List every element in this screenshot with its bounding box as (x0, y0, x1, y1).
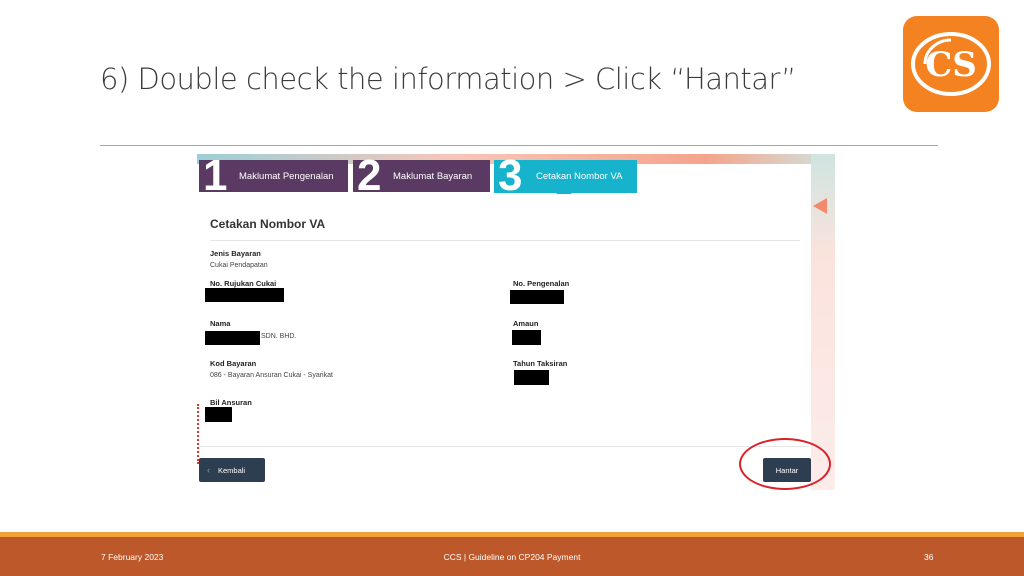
summary-card: Cetakan Nombor VA Jenis Bayaran Cukai Pe… (199, 194, 809, 448)
footer-page-number: 36 (924, 552, 934, 562)
card-divider (210, 240, 800, 241)
step-3-number: 3 (498, 154, 523, 200)
slide-footer: 7 February 2023 CCS | Guideline on CP204… (0, 537, 1024, 576)
step-1[interactable]: 1 Maklumat Pengenalan (199, 154, 348, 198)
kod-bayaran-label: Kod Bayaran (210, 359, 257, 368)
ccs-logo-graphic: CS (911, 32, 991, 96)
jenis-bayaran-label: Jenis Bayaran (210, 249, 261, 258)
no-pengenalan-label: No. Pengenalan (513, 279, 570, 288)
step-2-label: Maklumat Bayaran (393, 171, 473, 182)
logo-text: CS (925, 45, 977, 85)
redacted-nama (205, 331, 260, 345)
chevron-left-icon: ‹ (207, 465, 210, 475)
card-bottom-divider (199, 446, 809, 447)
highlight-circle-annotation (739, 438, 831, 490)
no-rujukan-cukai-label: No. Rujukan Cukai (210, 279, 277, 288)
title-divider (100, 145, 938, 146)
portal-screenshot: 1 Maklumat Pengenalan 2 Maklumat Bayaran… (197, 154, 835, 490)
jenis-bayaran-value: Cukai Pendapatan (210, 262, 268, 269)
step-1-number: 1 (203, 154, 228, 200)
back-button-label: Kembali (218, 466, 246, 475)
step-3-active[interactable]: 3 Cetakan Nombor VA (494, 154, 637, 201)
back-button[interactable]: ‹ Kembali (199, 458, 265, 482)
bil-ansuran-label: Bil Ansuran (210, 398, 252, 407)
slide-title: 6) Double check the information > Click … (100, 62, 796, 96)
redacted-no-rujukan-cukai (205, 288, 284, 302)
ccs-logo: CS (903, 16, 999, 112)
step-2[interactable]: 2 Maklumat Bayaran (353, 154, 490, 198)
redacted-no-pengenalan (510, 290, 564, 304)
nama-label: Nama (210, 319, 231, 328)
nama-value: SDN. BHD. (261, 333, 297, 340)
redacted-tahun-taksiran (514, 370, 549, 385)
card-title: Cetakan Nombor VA (210, 217, 326, 231)
footer-center-text: CCS | Guideline on CP204 Payment (443, 552, 581, 562)
tahun-taksiran-label: Tahun Taksiran (513, 359, 568, 368)
step-3-label: Cetakan Nombor VA (536, 171, 623, 182)
stepper: 1 Maklumat Pengenalan 2 Maklumat Bayaran… (199, 154, 819, 201)
kod-bayaran-value: 086 - Bayaran Ansuran Cukai - Syarikat (210, 372, 333, 379)
redacted-bil-ansuran (205, 407, 232, 422)
decorative-triangle (813, 198, 827, 214)
amaun-label: Amaun (513, 319, 539, 328)
step-1-label: Maklumat Pengenalan (239, 171, 334, 182)
redacted-amaun (512, 330, 541, 345)
step-2-number: 2 (357, 154, 382, 200)
